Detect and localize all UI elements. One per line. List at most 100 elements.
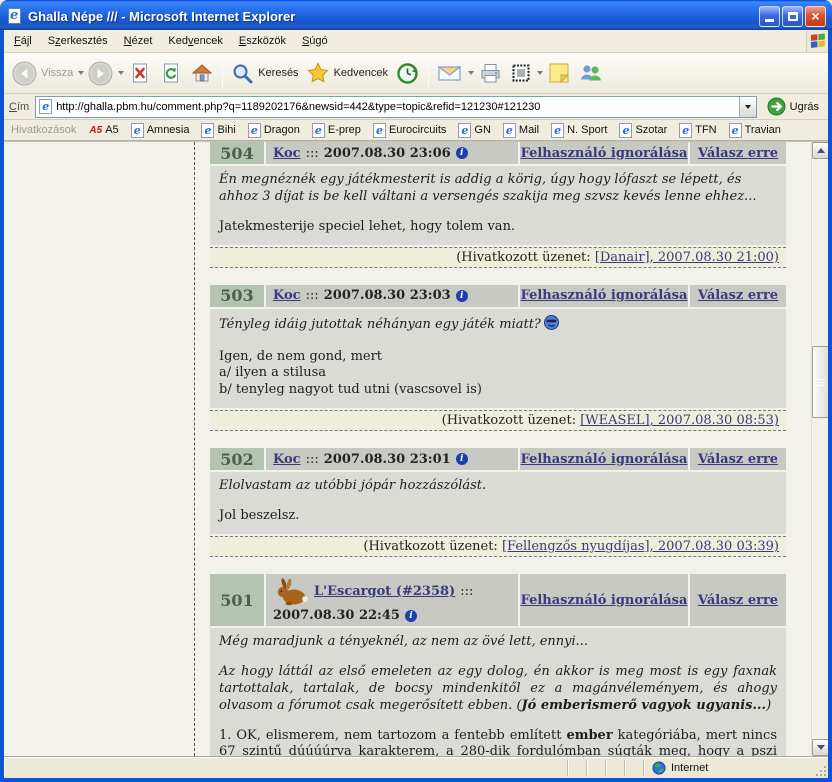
author-separator: ::: — [306, 452, 319, 467]
link-tfn[interactable]: eTFN — [674, 123, 723, 138]
reply-link[interactable]: Válasz erre — [698, 452, 778, 467]
scrollbar-thumb[interactable] — [812, 346, 828, 418]
info-icon[interactable]: i — [456, 147, 468, 159]
links-bar: Hivatkozások A5A5 eAmnesia eBihi eDragon… — [4, 120, 828, 141]
author-link[interactable]: Koc — [273, 146, 301, 161]
quoted-paragraph: Tényleg idáig jutottak néhányan egy játé… — [219, 315, 777, 336]
page-viewport: 504 Koc ::: 2007.08.30 23:06 i Felhaszná… — [4, 141, 828, 756]
author-link[interactable]: Koc — [273, 452, 301, 467]
link-travian[interactable]: eTravian — [724, 123, 788, 138]
ie-page-icon: e — [312, 123, 325, 138]
mail-icon — [437, 62, 463, 84]
home-button[interactable] — [187, 59, 217, 87]
minimize-button[interactable] — [759, 6, 780, 27]
author-separator: ::: — [306, 288, 319, 303]
menu-eszkozok[interactable]: Eszközök — [231, 31, 294, 51]
edit-button[interactable] — [507, 60, 535, 86]
author-link[interactable]: L'Escargot (#2358) — [314, 584, 455, 599]
maximize-button[interactable] — [782, 6, 803, 27]
info-icon[interactable]: i — [456, 453, 468, 465]
referenced-message-link[interactable]: [WEASEL], 2007.08.30 08:53) — [580, 413, 779, 428]
reply-link[interactable]: Válasz erre — [698, 288, 778, 303]
ignore-user-link[interactable]: Felhasználó ignorálása — [521, 452, 688, 467]
menu-fajl[interactable]: Fájl — [6, 31, 40, 51]
address-field[interactable]: e http://ghalla.pbm.hu/comment.php?q=118… — [35, 96, 756, 118]
link-szotar[interactable]: eSzotar — [614, 123, 674, 138]
ie-page-icon: e — [679, 123, 692, 138]
forward-button[interactable] — [85, 59, 116, 88]
reply-link[interactable]: Válasz erre — [698, 146, 778, 161]
vertical-scrollbar[interactable] — [811, 142, 828, 756]
forum-post-501: 501 L'Escargot (#2358) ::: 2007.08.30 22… — [210, 574, 786, 756]
post-header: 503 Koc ::: 2007.08.30 23:03 i Felhaszná… — [210, 285, 786, 307]
menu-kedvencek[interactable]: Kedvencek — [160, 31, 230, 51]
messenger-button[interactable] — [575, 59, 607, 87]
left-frame — [4, 142, 195, 756]
stop-button[interactable] — [125, 59, 155, 87]
back-button[interactable]: Vissza — [9, 59, 76, 88]
referenced-message-link[interactable]: [Danair], 2007.08.30 21:00) — [595, 250, 779, 265]
menu-sugo[interactable]: Súgó — [294, 31, 336, 51]
forum-post-504: 504 Koc ::: 2007.08.30 23:06 i Felhaszná… — [210, 142, 786, 268]
post-body: Tényleg idáig jutottak néhányan egy játé… — [210, 309, 786, 409]
ignore-user-link[interactable]: Felhasználó ignorálása — [521, 288, 688, 303]
favorites-label: Kedvencek — [334, 67, 388, 79]
ie-page-icon: e — [551, 123, 564, 138]
address-label: Cím — [9, 101, 29, 113]
menu-bar: Fájl Szerkesztés Nézet Kedvencek Eszközö… — [4, 30, 828, 53]
link-amnesia[interactable]: eAmnesia — [126, 123, 197, 138]
resize-grip[interactable] — [813, 763, 828, 778]
scroll-up-button[interactable] — [812, 142, 828, 159]
link-gn[interactable]: eGN — [453, 123, 498, 138]
links-bar-label: Hivatkozások — [8, 124, 84, 136]
status-pane — [567, 760, 586, 776]
title-bar[interactable]: e Ghalla Népe /// - Microsoft Internet E… — [0, 0, 832, 30]
link-bihi[interactable]: eBihi — [196, 123, 242, 138]
go-button[interactable]: Ugrás — [763, 96, 823, 117]
address-dropdown-button[interactable] — [739, 97, 756, 117]
author-separator: ::: — [460, 584, 473, 599]
link-a5[interactable]: A5A5 — [84, 124, 125, 136]
search-button[interactable]: Keresés — [228, 60, 301, 87]
info-icon[interactable]: i — [456, 290, 468, 302]
ie-page-icon: e — [131, 123, 144, 138]
mail-button[interactable] — [434, 60, 466, 86]
ignore-user-link[interactable]: Felhasználó ignorálása — [521, 146, 688, 161]
referenced-message-row: (Hivatkozott üzenet: [WEASEL], 2007.08.3… — [210, 410, 786, 431]
post-datetime: 2007.08.30 23:06 — [324, 146, 451, 161]
refresh-button[interactable] — [156, 59, 186, 87]
forward-dropdown-caret[interactable] — [118, 71, 124, 75]
referenced-message-link[interactable]: [Fellengzős nyugdíjas], 2007.08.30 03:39… — [502, 539, 779, 554]
address-url[interactable]: http://ghalla.pbm.hu/comment.php?q=11892… — [56, 101, 738, 113]
quoted-paragraph: Én megnéznék egy játékmesterit is addig … — [219, 172, 777, 206]
notes-button[interactable] — [544, 59, 574, 87]
link-eurocircuits[interactable]: eEurocircuits — [368, 123, 453, 138]
referenced-message-row: (Hivatkozott üzenet: [Danair], 2007.08.3… — [210, 247, 786, 268]
edit-dropdown-caret[interactable] — [537, 71, 543, 75]
quoted-paragraph: Az hogy láttál az első emeleten az egy d… — [219, 664, 777, 715]
info-icon[interactable]: i — [405, 610, 417, 622]
reply-cell: Válasz erre — [690, 448, 786, 470]
author-link[interactable]: Koc — [273, 288, 301, 303]
print-button[interactable] — [475, 59, 506, 87]
back-label: Vissza — [41, 67, 73, 79]
scroll-down-button[interactable] — [812, 739, 828, 756]
windows-logo-icon — [806, 31, 828, 52]
back-dropdown-caret[interactable] — [78, 71, 84, 75]
link-mail[interactable]: eMail — [498, 123, 546, 138]
post-datetime: 2007.08.30 23:03 — [324, 288, 451, 303]
ignore-user-link[interactable]: Felhasználó ignorálása — [521, 593, 688, 608]
quoted-paragraph: Elolvastam az utóbbi jópár hozzászólást. — [219, 478, 777, 495]
link-nsport[interactable]: eN. Sport — [546, 123, 614, 138]
history-button[interactable] — [392, 59, 423, 88]
link-eprep[interactable]: eE-prep — [307, 123, 368, 138]
close-button[interactable]: × — [805, 6, 826, 27]
window-title: Ghalla Népe /// - Microsoft Internet Exp… — [28, 9, 757, 24]
menu-nezet[interactable]: Nézet — [116, 31, 161, 51]
link-dragon[interactable]: eDragon — [243, 123, 307, 138]
mail-dropdown-caret[interactable] — [468, 71, 474, 75]
menu-szerkesztes[interactable]: Szerkesztés — [40, 31, 116, 51]
favorites-button[interactable]: Kedvencek — [303, 59, 391, 87]
reply-link[interactable]: Válasz erre — [698, 593, 778, 608]
back-icon — [12, 61, 37, 86]
